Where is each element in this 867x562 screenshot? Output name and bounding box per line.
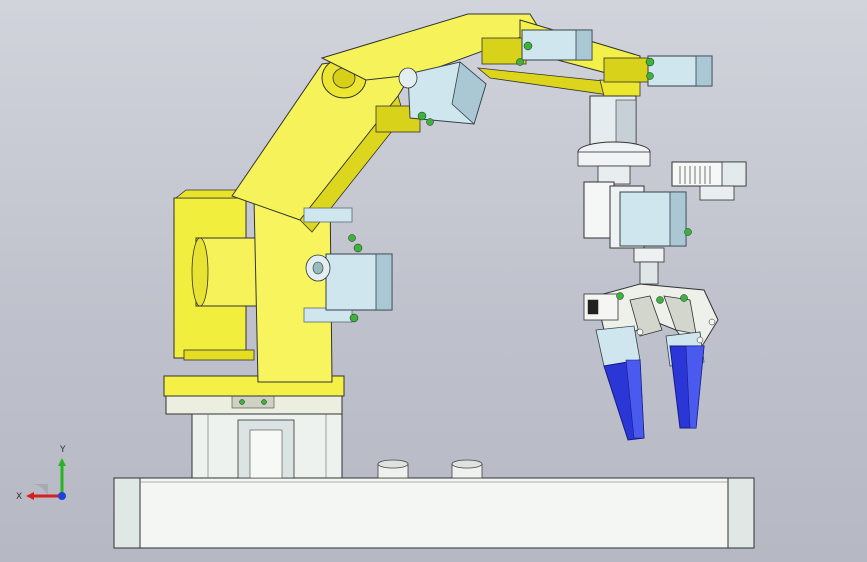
- gripper-claw: [583, 283, 719, 441]
- cad-viewport[interactable]: Y X: [0, 0, 867, 562]
- triad-plane: [32, 484, 48, 496]
- y-axis-label: Y: [59, 445, 66, 455]
- coordinate-triad: Y X: [16, 445, 66, 502]
- wrist-column: [577, 95, 651, 185]
- z-axis-icon: [58, 492, 66, 500]
- x-axis-arrow-icon: [26, 492, 34, 500]
- base-pedestal: [165, 393, 343, 479]
- x-axis-label: X: [16, 492, 22, 502]
- y-axis-arrow-icon: [58, 458, 66, 466]
- lower-arm: [231, 57, 415, 233]
- robot-arm-model[interactable]: [0, 0, 867, 562]
- servo-wrist-roll: [603, 55, 713, 87]
